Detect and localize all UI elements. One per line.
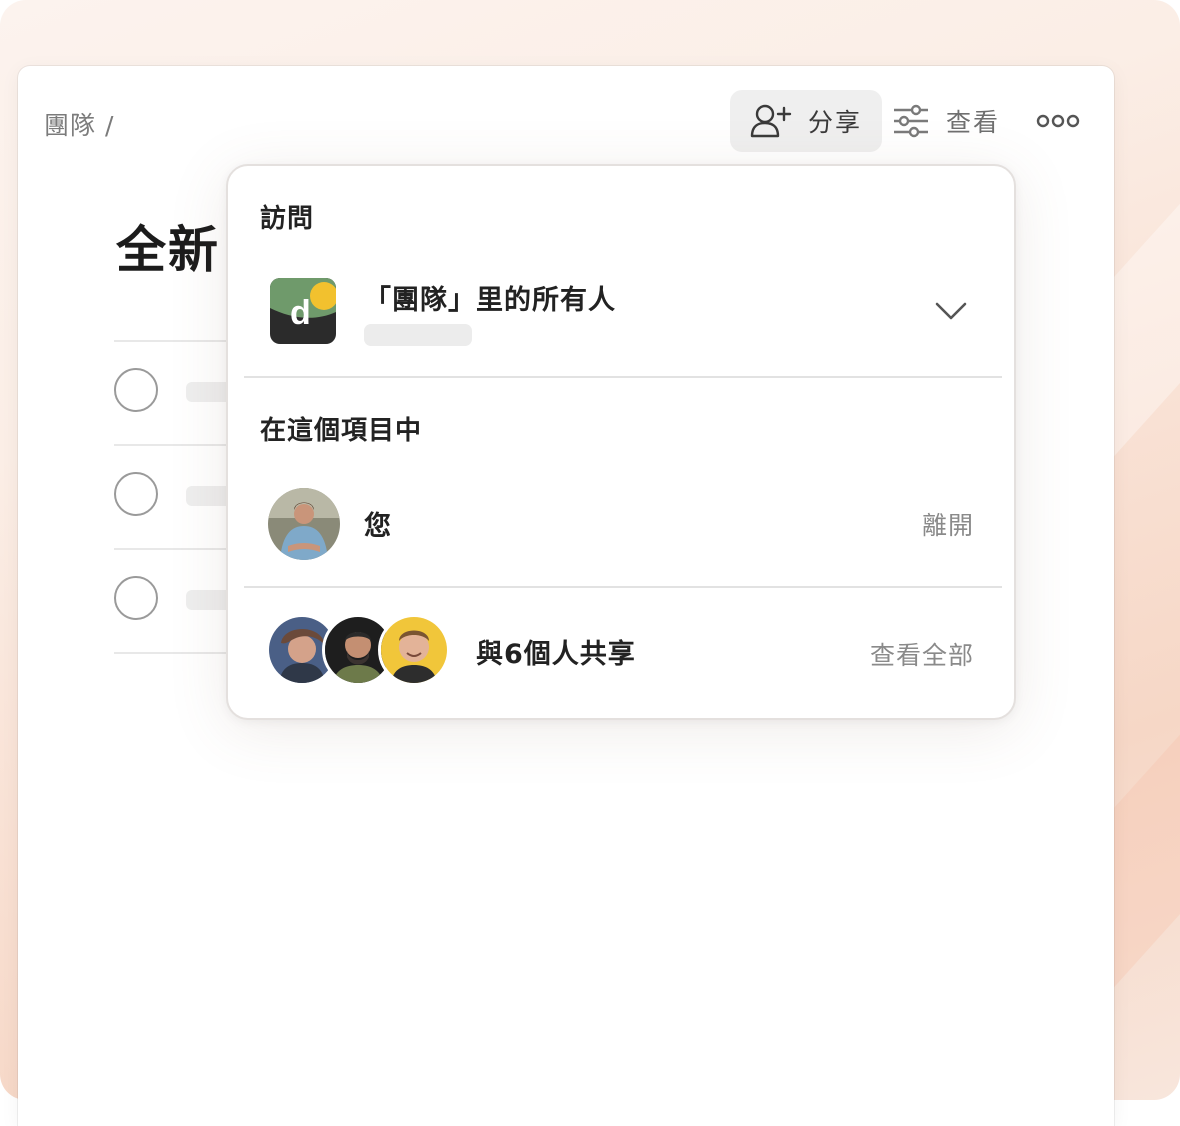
more-dots-icon bbox=[1036, 114, 1080, 128]
sliders-icon bbox=[894, 104, 928, 138]
task-checkbox[interactable] bbox=[114, 576, 158, 620]
share-popover: 訪問 d 「團隊」里的所有人 在這個項目中 您 離開 與6個人共享 查看全部 bbox=[226, 164, 1016, 720]
task-checkbox[interactable] bbox=[114, 472, 158, 516]
project-section-title: 在這個項目中 bbox=[260, 416, 423, 446]
access-section-title: 訪問 bbox=[260, 204, 315, 234]
view-button-label: 查看 bbox=[946, 108, 1001, 137]
task-checkbox[interactable] bbox=[114, 368, 158, 412]
workspace-logo-letter: d bbox=[290, 294, 311, 332]
leave-button[interactable]: 離開 bbox=[922, 506, 974, 542]
user-avatar bbox=[268, 488, 340, 560]
share-button[interactable]: 分享 bbox=[730, 90, 882, 152]
view-all-button[interactable]: 查看全部 bbox=[870, 636, 974, 672]
divider bbox=[244, 586, 1002, 588]
breadcrumb[interactable]: 團隊 / bbox=[44, 106, 114, 142]
more-options-button[interactable] bbox=[1036, 106, 1080, 136]
access-subtitle-placeholder bbox=[364, 324, 472, 346]
shared-avatar-3 bbox=[378, 614, 450, 686]
access-name: 「團隊」里的所有人 bbox=[364, 285, 616, 316]
shared-count-label: 與6個人共享 bbox=[476, 639, 636, 670]
share-button-label: 分享 bbox=[808, 108, 863, 137]
add-person-icon bbox=[750, 104, 792, 138]
chevron-down-icon[interactable] bbox=[934, 300, 968, 322]
member-name: 您 bbox=[364, 511, 391, 542]
view-button[interactable]: 查看 bbox=[892, 90, 1000, 152]
workspace-logo: d bbox=[270, 278, 336, 344]
page-title: 全新 bbox=[116, 221, 220, 279]
divider bbox=[244, 376, 1002, 378]
